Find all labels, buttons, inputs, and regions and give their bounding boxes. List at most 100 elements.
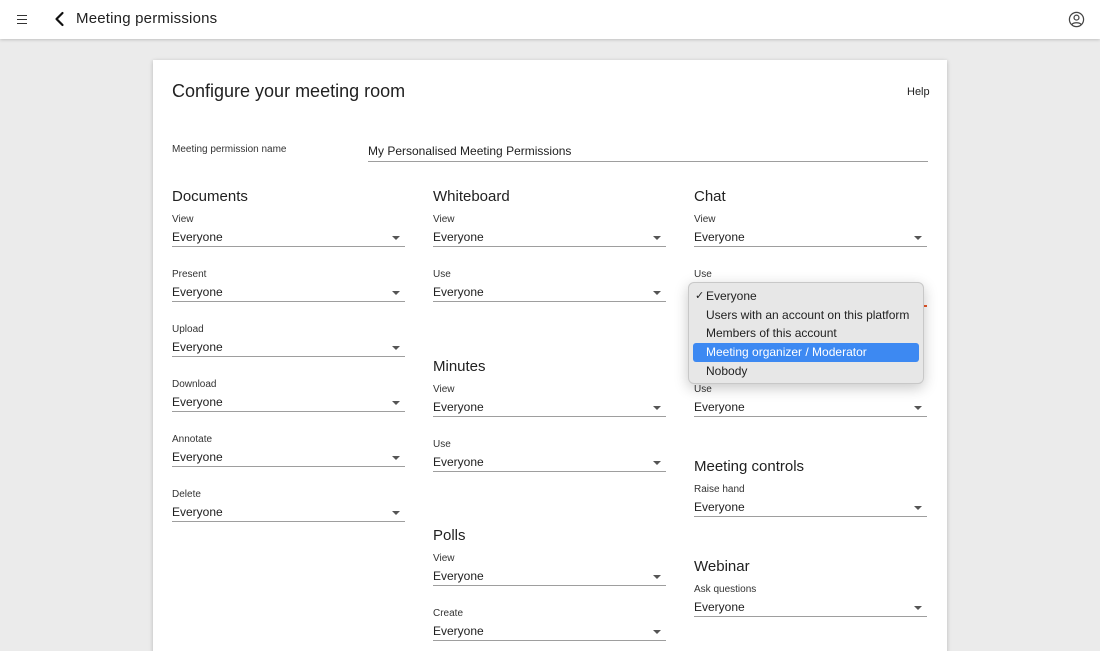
- dropdown-arrow-icon: [914, 406, 922, 410]
- documents-download-select[interactable]: Everyone: [172, 392, 405, 412]
- chat-view-select[interactable]: Everyone: [694, 227, 927, 247]
- select-value: Everyone: [172, 230, 223, 244]
- chat-view-field: View Everyone: [694, 214, 927, 262]
- field-label: Create: [433, 608, 464, 619]
- documents-view-field: View Everyone: [172, 214, 405, 262]
- option-label: Everyone: [706, 289, 757, 303]
- documents-delete-field: Delete Everyone: [172, 489, 405, 537]
- select-value: Everyone: [433, 624, 484, 638]
- select-value: Everyone: [694, 500, 745, 514]
- field-label: Use: [433, 439, 451, 450]
- documents-annotate-select[interactable]: Everyone: [172, 447, 405, 467]
- hidden-section-use-select[interactable]: Everyone: [694, 397, 927, 417]
- field-label: View: [172, 214, 194, 225]
- polls-create-field: Create Everyone: [433, 608, 666, 651]
- dropdown-arrow-icon: [392, 291, 400, 295]
- chevron-left-icon[interactable]: [50, 9, 70, 29]
- dropdown-arrow-icon: [392, 456, 400, 460]
- documents-upload-select[interactable]: Everyone: [172, 337, 405, 357]
- polls-view-field: View Everyone: [433, 553, 666, 601]
- whiteboard-use-field: Use Everyone: [433, 269, 666, 317]
- dropdown-arrow-icon: [392, 401, 400, 405]
- account-circle-icon[interactable]: [1068, 11, 1085, 28]
- dropdown-arrow-icon: [914, 506, 922, 510]
- field-label: Upload: [172, 324, 204, 335]
- option-label: Members of this account: [706, 326, 837, 341]
- section-title-minutes: Minutes: [433, 358, 486, 375]
- field-label: View: [433, 214, 455, 225]
- dropdown-arrow-icon: [653, 461, 661, 465]
- field-label: Present: [172, 269, 207, 280]
- field-label: Use: [694, 384, 712, 395]
- permission-name-input[interactable]: [368, 141, 928, 162]
- minutes-view-select[interactable]: Everyone: [433, 397, 666, 417]
- raise-hand-field: Raise hand Everyone: [694, 484, 927, 532]
- select-value: Everyone: [694, 600, 745, 614]
- hidden-section-use-field: Use Everyone: [694, 384, 927, 432]
- option-label: Nobody: [706, 363, 748, 378]
- dropdown-option-account-members[interactable]: Members of this account: [693, 324, 919, 343]
- select-value: Everyone: [172, 285, 223, 299]
- card-title: Configure your meeting room: [172, 81, 406, 101]
- documents-present-field: Present Everyone: [172, 269, 405, 317]
- polls-create-select[interactable]: Everyone: [433, 621, 666, 641]
- select-value: Everyone: [433, 569, 484, 583]
- select-value: Everyone: [433, 230, 484, 244]
- dropdown-option-everyone[interactable]: ✓ Everyone: [693, 287, 919, 306]
- documents-download-field: Download Everyone: [172, 379, 405, 427]
- help-link[interactable]: Help: [907, 86, 930, 98]
- dropdown-option-platform-users[interactable]: Users with an account on this platform: [693, 306, 919, 325]
- select-value: Everyone: [694, 230, 745, 244]
- whiteboard-use-select[interactable]: Everyone: [433, 282, 666, 302]
- field-label: Use: [433, 269, 451, 280]
- field-label: Annotate: [172, 434, 213, 445]
- section-title-meeting-controls: Meeting controls: [694, 458, 805, 475]
- documents-present-select[interactable]: Everyone: [172, 282, 405, 302]
- whiteboard-view-field: View Everyone: [433, 214, 666, 262]
- raise-hand-select[interactable]: Everyone: [694, 497, 927, 517]
- chat-use-dropdown-menu[interactable]: ✓ Everyone Users with an account on this…: [688, 282, 924, 384]
- top-app-bar: Meeting permissions: [0, 0, 1100, 39]
- field-label: Download: [172, 379, 217, 390]
- whiteboard-view-select[interactable]: Everyone: [433, 227, 666, 247]
- dropdown-option-nobody[interactable]: Nobody: [693, 362, 919, 381]
- section-title-polls: Polls: [433, 527, 466, 544]
- documents-delete-select[interactable]: Everyone: [172, 502, 405, 522]
- minutes-view-field: View Everyone: [433, 384, 666, 432]
- menu-icon[interactable]: [17, 13, 28, 26]
- ask-questions-select[interactable]: Everyone: [694, 597, 927, 617]
- dropdown-arrow-icon: [392, 236, 400, 240]
- documents-view-select[interactable]: Everyone: [172, 227, 405, 247]
- minutes-use-select[interactable]: Everyone: [433, 452, 666, 472]
- field-label: Delete: [172, 489, 201, 500]
- option-label: Users with an account on this platform: [706, 307, 910, 322]
- field-label: View: [433, 384, 455, 395]
- documents-upload-field: Upload Everyone: [172, 324, 405, 372]
- dropdown-arrow-icon: [914, 236, 922, 240]
- dropdown-arrow-icon: [653, 291, 661, 295]
- field-label: Ask questions: [694, 584, 757, 595]
- option-label: Meeting organizer / Moderator: [706, 345, 867, 360]
- field-label: View: [694, 214, 716, 225]
- dropdown-arrow-icon: [653, 406, 661, 410]
- permission-name-label: Meeting permission name: [172, 144, 287, 155]
- section-title-webinar: Webinar: [694, 558, 750, 575]
- select-value: Everyone: [433, 285, 484, 299]
- select-value: Everyone: [172, 340, 223, 354]
- select-value: Everyone: [694, 400, 745, 414]
- page-title: Meeting permissions: [76, 10, 218, 27]
- polls-view-select[interactable]: Everyone: [433, 566, 666, 586]
- select-value: Everyone: [433, 455, 484, 469]
- dropdown-arrow-icon: [653, 575, 661, 579]
- dropdown-arrow-icon: [392, 511, 400, 515]
- documents-annotate-field: Annotate Everyone: [172, 434, 405, 482]
- select-value: Everyone: [433, 400, 484, 414]
- section-title-whiteboard: Whiteboard: [433, 188, 510, 205]
- dropdown-option-organizer-moderator[interactable]: Meeting organizer / Moderator: [693, 343, 919, 362]
- select-value: Everyone: [172, 505, 223, 519]
- select-value: Everyone: [172, 395, 223, 409]
- dropdown-arrow-icon: [914, 606, 922, 610]
- dropdown-arrow-icon: [392, 346, 400, 350]
- dropdown-arrow-icon: [653, 236, 661, 240]
- ask-questions-field: Ask questions Everyone: [694, 584, 927, 632]
